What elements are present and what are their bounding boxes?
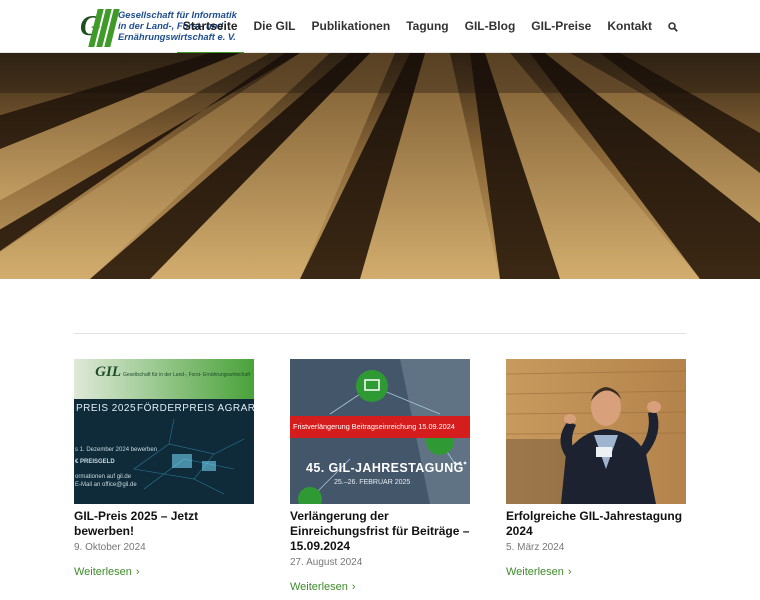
- post-card: GIL Gesellschaft für in der Land-, Forst-…: [74, 359, 254, 580]
- thumbnail-line: ormationen auf gil.de: [75, 474, 132, 480]
- read-more-link[interactable]: Weiterlesen ›: [290, 581, 356, 593]
- post-date: 9. Oktober 2024: [74, 542, 146, 553]
- search-icon[interactable]: [660, 0, 686, 53]
- post-title[interactable]: GIL-Preis 2025 – Jetzt bewerben!: [74, 509, 254, 539]
- chevron-right-icon: ›: [567, 566, 572, 578]
- nav-item-startseite[interactable]: Startseite: [175, 0, 246, 54]
- post-date: 27. August 2024: [290, 557, 363, 568]
- gil-logo-icon: G: [80, 9, 120, 47]
- thumbnail-title: 45. GIL-JAHRESTAGUNG: [306, 461, 464, 475]
- nav-item-tagung[interactable]: Tagung: [398, 0, 456, 53]
- deadline-banner: Fristverlängerung Beitragseinreichung 15…: [290, 416, 470, 438]
- nav-item-gil-preise[interactable]: GIL-Preise: [523, 0, 599, 53]
- nav-item-die-gil[interactable]: Die GIL: [246, 0, 304, 53]
- section-divider: [74, 333, 686, 334]
- post-thumbnail[interactable]: GIL Gesellschaft für in der Land-, Forst-…: [74, 359, 254, 504]
- read-more-link[interactable]: Weiterlesen ›: [74, 566, 140, 578]
- thumbnail-line: s 1. Dezember 2024 bewerben: [75, 447, 158, 453]
- chevron-right-icon: ›: [135, 566, 140, 578]
- thumbnail-subtitle: 25.–26. FEBRUAR 2025: [334, 479, 411, 486]
- gil-logo-icon: GIL Gesellschaft für in der Land-, Forst-…: [95, 364, 250, 380]
- post-thumbnail[interactable]: [506, 359, 686, 504]
- nav-item-gil-blog[interactable]: GIL-Blog: [457, 0, 524, 53]
- speaker-photo: [506, 359, 686, 504]
- chevron-right-icon: ›: [351, 581, 356, 593]
- read-more-link[interactable]: Weiterlesen ›: [506, 566, 572, 578]
- field-rows-image: [0, 53, 760, 279]
- thumbnail-line: € PREISGELD: [75, 459, 115, 465]
- site-header: G Gesellschaft für Informatik in der Lan…: [0, 0, 760, 54]
- post-card: Erfolgreiche GIL-Jahrestagung 2024 5. Mä…: [506, 359, 686, 580]
- post-card: Fristverlängerung Beitragseinreichung 15…: [290, 359, 470, 595]
- post-date: 5. März 2024: [506, 542, 565, 553]
- post-thumbnail[interactable]: Fristverlängerung Beitragseinreichung 15…: [290, 359, 470, 504]
- main-nav: Startseite Die GIL Publikationen Tagung …: [175, 0, 686, 54]
- post-title[interactable]: Erfolgreiche GIL-Jahrestagung 2024: [506, 509, 686, 539]
- nav-item-kontakt[interactable]: Kontakt: [599, 0, 660, 53]
- post-title[interactable]: Verlängerung der Einreichungsfrist für B…: [290, 509, 470, 554]
- hero-banner: [0, 53, 760, 279]
- nav-item-publikationen[interactable]: Publikationen: [304, 0, 399, 53]
- thumbnail-line: E-Mail an office@gil.de: [75, 482, 137, 488]
